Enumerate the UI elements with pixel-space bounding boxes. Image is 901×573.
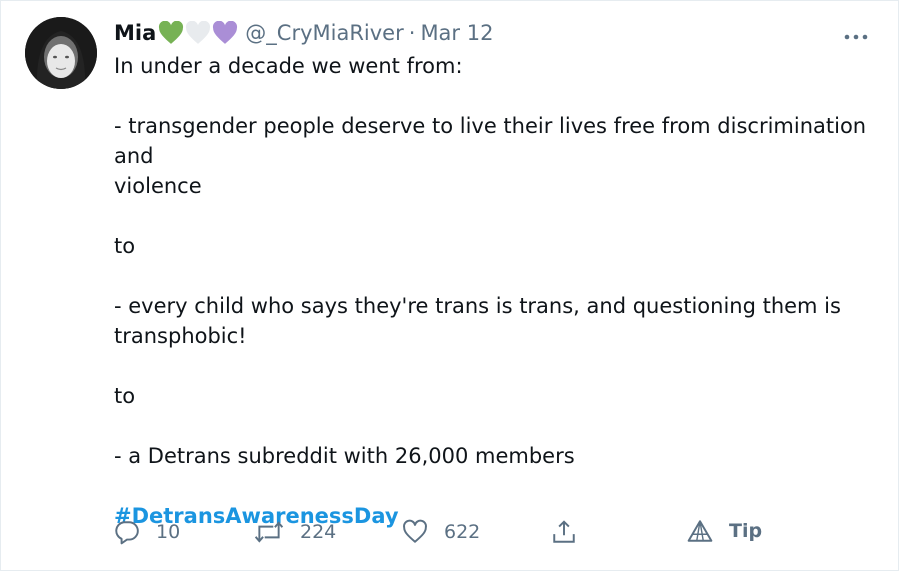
meta-separator: ·	[408, 21, 416, 45]
more-options-icon[interactable]	[844, 21, 868, 45]
tweet-text: In under a decade we went from: - transg…	[114, 51, 874, 531]
avatar-image	[25, 17, 97, 89]
tweet-line: to	[114, 384, 136, 408]
author-name[interactable]: Mia	[114, 21, 156, 45]
tweet-line: violence	[114, 174, 202, 198]
tweet-line: - every child who says they're trans is …	[114, 294, 841, 318]
tweet-card[interactable]: Mia @_CryMiaRiver · Mar 12 In under a de…	[0, 0, 899, 571]
share-button[interactable]	[551, 519, 593, 545]
share-icon	[553, 520, 575, 543]
tweet-header: Mia @_CryMiaRiver · Mar 12	[114, 19, 493, 47]
tweet-line: transphobic!	[114, 324, 247, 348]
retweet-icon	[254, 521, 284, 543]
avatar[interactable]	[25, 17, 97, 89]
reply-count: 10	[156, 521, 181, 543]
tweet-line: - transgender people deserve to live the…	[114, 114, 867, 168]
tip-label: Tip	[729, 520, 763, 542]
name-emoji-badges	[158, 21, 239, 45]
reply-icon	[115, 521, 139, 545]
tweet-actions: 10 224 622 Tip	[114, 519, 774, 549]
retweet-count: 224	[300, 521, 337, 543]
like-button[interactable]: 622	[402, 519, 480, 545]
retweet-button[interactable]: 224	[254, 519, 336, 545]
purple-heart-icon	[213, 21, 238, 44]
reply-button[interactable]: 10	[114, 519, 180, 545]
tweet-line: In under a decade we went from:	[114, 54, 463, 78]
tweet-date[interactable]: Mar 12	[420, 21, 493, 45]
tip-button[interactable]: Tip	[687, 519, 762, 543]
tweet-line: - a Detrans subreddit with 26,000 member…	[114, 444, 575, 468]
like-count: 622	[444, 521, 481, 543]
heart-icon	[403, 519, 427, 543]
white-heart-icon	[186, 21, 211, 44]
tip-icon	[687, 520, 713, 542]
green-heart-icon	[159, 21, 184, 44]
tweet-line: to	[114, 234, 136, 258]
author-handle[interactable]: @_CryMiaRiver	[245, 21, 403, 45]
